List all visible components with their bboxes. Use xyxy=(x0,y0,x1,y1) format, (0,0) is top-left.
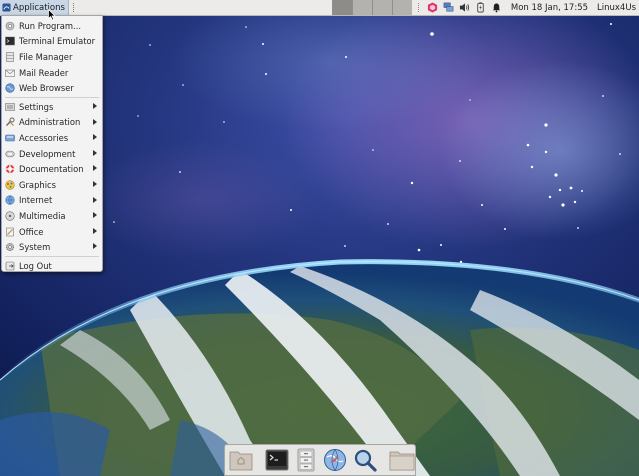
terminal-icon xyxy=(265,449,289,471)
menu-item-label: Internet xyxy=(19,195,53,206)
dock-terminal[interactable] xyxy=(265,447,289,473)
system-tray xyxy=(427,0,502,15)
dock-search[interactable] xyxy=(353,447,377,473)
menu-item-label: Run Program... xyxy=(19,20,82,31)
workspace-2[interactable] xyxy=(351,0,372,15)
menu-item-label: Documentation xyxy=(19,164,84,175)
dock-web-browser[interactable] xyxy=(323,447,347,473)
documentation-icon xyxy=(5,164,15,174)
submenu-arrow-icon xyxy=(93,180,97,187)
submenu-arrow-icon xyxy=(93,243,97,250)
menu-item-label: Office xyxy=(19,226,44,237)
panel-separator xyxy=(417,3,421,12)
menu-item-accessories[interactable]: Accessories xyxy=(2,130,102,146)
run-program-icon xyxy=(5,21,15,31)
home-folder-icon xyxy=(389,451,415,471)
dock-panel xyxy=(224,444,416,476)
menu-item-web-browser[interactable]: Web Browser xyxy=(2,80,102,96)
menu-item-internet[interactable]: Internet xyxy=(2,193,102,209)
development-icon xyxy=(5,150,15,157)
menu-item-file-manager[interactable]: File Manager xyxy=(2,49,102,65)
menu-separator xyxy=(5,255,99,257)
submenu-arrow-icon xyxy=(93,227,97,234)
terminal-icon xyxy=(5,37,15,46)
menu-item-mail-reader[interactable]: Mail Reader xyxy=(2,65,102,81)
submenu-arrow-icon xyxy=(93,149,97,156)
applications-label: Applications xyxy=(13,2,65,13)
workspace-switcher[interactable] xyxy=(331,0,412,15)
clock[interactable]: Mon 18 Jan, 17:55 xyxy=(511,3,588,13)
menu-item-label: Multimedia xyxy=(19,210,66,221)
volume-icon[interactable] xyxy=(459,2,470,13)
submenu-arrow-icon xyxy=(93,165,97,172)
dock-show-desktop[interactable] xyxy=(229,447,253,473)
administration-icon xyxy=(6,117,15,127)
menu-item-label: Terminal Emulator xyxy=(19,36,96,47)
battery-icon[interactable] xyxy=(475,2,486,13)
web-browser-icon xyxy=(324,449,346,471)
menu-separator xyxy=(5,96,99,98)
bug-report-icon[interactable] xyxy=(427,2,438,13)
user-name[interactable]: Linux4Us xyxy=(597,3,636,13)
web-browser-icon xyxy=(5,83,15,93)
submenu-arrow-icon xyxy=(93,118,97,125)
menu-item-label: Accessories xyxy=(19,132,69,143)
menu-item-log-out[interactable]: Log Out xyxy=(2,258,102,274)
mouse-pointer-icon xyxy=(48,9,56,21)
dock-file-manager[interactable] xyxy=(295,447,317,473)
menu-item-settings[interactable]: Settings xyxy=(2,99,102,115)
mail-icon xyxy=(5,69,15,77)
submenu-arrow-icon xyxy=(93,212,97,219)
submenu-arrow-icon xyxy=(93,134,97,141)
internet-icon xyxy=(5,195,15,205)
menu-item-graphics[interactable]: Graphics xyxy=(2,177,102,193)
search-icon xyxy=(354,449,377,472)
top-panel: Applications Mon 18 Jan, 17:55 Linux4Us xyxy=(0,0,639,16)
menu-item-office[interactable]: Office xyxy=(2,224,102,240)
workspace-4[interactable] xyxy=(391,0,412,15)
menu-item-label: File Manager xyxy=(19,51,73,62)
file-manager-icon xyxy=(297,448,315,472)
accessories-icon xyxy=(5,134,15,142)
workspace-1[interactable] xyxy=(331,0,352,15)
office-icon xyxy=(6,227,14,236)
menu-item-label: Log Out xyxy=(19,260,52,271)
menu-item-label: Administration xyxy=(19,117,81,128)
menu-item-label: Web Browser xyxy=(19,83,74,94)
menu-item-label: System xyxy=(19,242,51,253)
menu-item-terminal-emulator[interactable]: Terminal Emulator xyxy=(2,34,102,50)
file-manager-icon xyxy=(6,52,14,62)
panel-separator xyxy=(72,3,76,12)
submenu-arrow-icon xyxy=(93,102,97,109)
menu-item-label: Development xyxy=(19,148,76,159)
menu-item-development[interactable]: Development xyxy=(2,146,102,162)
menu-item-multimedia[interactable]: Multimedia xyxy=(2,208,102,224)
dock-home-folder[interactable] xyxy=(389,447,415,473)
applications-menu-button[interactable]: Applications xyxy=(0,0,69,15)
menu-item-label: Mail Reader xyxy=(19,67,69,78)
applications-menu: Run Program... Terminal Emulator File Ma… xyxy=(1,15,103,272)
multimedia-icon xyxy=(5,211,15,221)
workspace-3[interactable] xyxy=(371,0,392,15)
menu-item-documentation[interactable]: Documentation xyxy=(2,161,102,177)
menu-item-label: Settings xyxy=(19,101,54,112)
settings-icon xyxy=(5,102,15,111)
menu-item-label: Graphics xyxy=(19,179,56,190)
graphics-icon xyxy=(5,180,15,190)
xfce-logo-icon xyxy=(2,3,11,12)
menu-item-administration[interactable]: Administration xyxy=(2,115,102,131)
network-icon[interactable] xyxy=(443,2,454,13)
menu-item-system[interactable]: System xyxy=(2,239,102,255)
show-desktop-icon xyxy=(229,451,253,471)
submenu-arrow-icon xyxy=(93,196,97,203)
log-out-icon xyxy=(5,261,15,271)
notification-bell-icon[interactable] xyxy=(491,2,502,13)
system-icon xyxy=(6,243,14,252)
